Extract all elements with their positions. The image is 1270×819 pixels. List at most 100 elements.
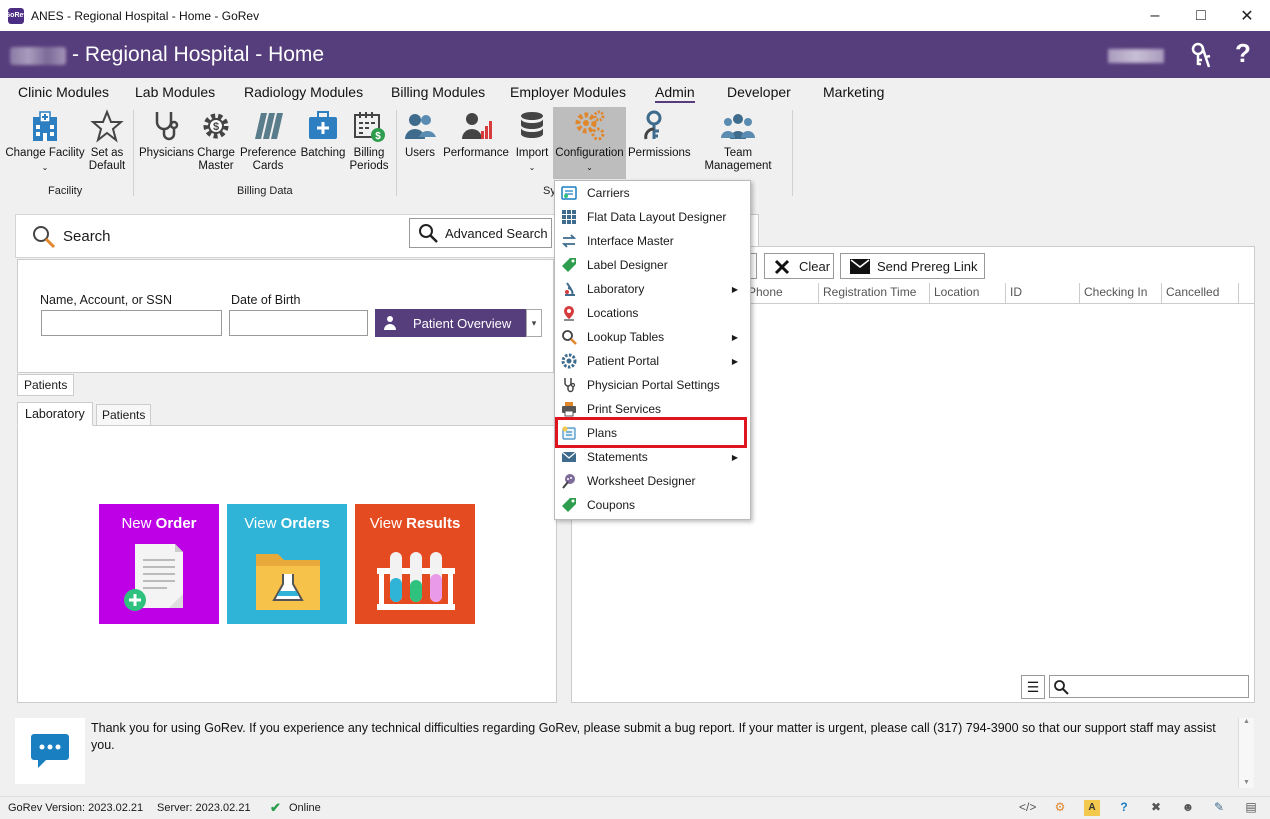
online-status: Online [289, 802, 321, 814]
help-icon[interactable]: ? [1235, 38, 1251, 69]
envelope-icon [850, 259, 870, 274]
star-icon [90, 109, 124, 143]
send-prereg-link-button[interactable]: Send Prereg Link [840, 253, 985, 279]
menu-item-locations[interactable]: Locations [555, 301, 750, 325]
submenu-arrow-icon: ▶ [731, 332, 738, 342]
menu-item-worksheet-designer[interactable]: Worksheet Designer [555, 469, 750, 493]
test-tubes-icon [377, 552, 455, 610]
column-header-location[interactable]: Location [930, 283, 1006, 303]
performance-label: Performance [443, 147, 509, 159]
submenu-arrow-icon: ▶ [731, 284, 738, 294]
minimize-button[interactable]: – [1132, 0, 1178, 31]
gears-icon[interactable]: ⚙ [1052, 800, 1068, 816]
tab-laboratory[interactable]: Laboratory [17, 402, 93, 426]
help-icon[interactable]: ? [1116, 800, 1132, 816]
patient-overview-dropdown[interactable]: ▾ [526, 309, 542, 337]
physicians-button[interactable]: Physicians [139, 109, 194, 160]
chevron-down-icon: ⌄ [41, 163, 49, 172]
new-order-bold: Order [155, 515, 197, 532]
view-results-pre: View [369, 515, 407, 532]
patient-overview-button[interactable]: Patient Overview [375, 309, 526, 337]
stethoscope-icon [155, 112, 179, 141]
performance-button[interactable]: Performance [443, 109, 509, 160]
tab-billing-modules[interactable]: Billing Modules [391, 84, 485, 100]
worksheet-icon[interactable]: ✎ [1211, 800, 1227, 816]
tab-patients[interactable]: Patients [96, 404, 152, 426]
tab-patients-top[interactable]: Patients [17, 374, 75, 396]
column-header-registration-time[interactable]: Registration Time [819, 283, 930, 303]
status-bar: GoRev Version: 2023.02.21 Server: 2023.0… [0, 796, 1270, 819]
team-management-button[interactable]: Team Management [690, 109, 786, 173]
scroll-down-icon[interactable]: ▼ [1239, 779, 1254, 786]
tools-icon[interactable]: ✖ [1148, 800, 1164, 816]
tab-marketing[interactable]: Marketing [823, 84, 884, 100]
preference-cards-label: Preference Cards [240, 147, 297, 172]
column-header-checking-in[interactable]: Checking In [1080, 283, 1162, 303]
redacted-user-name[interactable] [1108, 49, 1164, 63]
grid-menu-button[interactable]: ☰ [1021, 675, 1045, 699]
tab-developer[interactable]: Developer [727, 84, 791, 100]
folder-flask-icon [256, 554, 320, 610]
permissions-button[interactable]: Permissions [628, 109, 691, 160]
change-facility-button[interactable]: Change Facility ⌄ [4, 109, 86, 174]
clear-button[interactable]: Clear [764, 253, 834, 279]
permissions-label: Permissions [628, 147, 691, 159]
set-as-default-button[interactable]: Set as Default [87, 109, 127, 173]
clipboard-icon[interactable]: ▤ [1243, 800, 1259, 816]
a-badge-icon[interactable]: A [1084, 800, 1100, 816]
menu-item-patient-portal[interactable]: Patient Portal ▶ [555, 349, 750, 373]
new-order-tile[interactable]: New Order [99, 504, 219, 624]
date-of-birth-input[interactable] [229, 310, 368, 336]
preference-cards-button[interactable]: Preference Cards [240, 109, 296, 173]
charge-master-button[interactable]: $ Charge Master [195, 109, 237, 173]
search-label: Search [63, 228, 111, 245]
users-label: Users [404, 147, 436, 159]
name-account-ssn-input[interactable] [41, 310, 222, 336]
menu-item-flat-data-layout-designer[interactable]: Flat Data Layout Designer [555, 205, 750, 229]
tab-lab-modules[interactable]: Lab Modules [135, 84, 215, 100]
permissions-icon [644, 110, 662, 140]
column-header-cancelled[interactable]: Cancelled [1162, 283, 1239, 303]
menu-item-interface-master[interactable]: Interface Master [555, 229, 750, 253]
tab-admin[interactable]: Admin [655, 84, 695, 103]
team-icon [721, 114, 755, 139]
menu-item-physician-portal-settings[interactable]: Physician Portal Settings [555, 373, 750, 397]
menu-item-label-designer[interactable]: Label Designer [555, 253, 750, 277]
tab-radiology-modules[interactable]: Radiology Modules [244, 84, 363, 100]
date-of-birth-label: Date of Birth [231, 293, 301, 307]
menu-item-lookup-tables[interactable]: Lookup Tables ▶ [555, 325, 750, 349]
column-header-phone[interactable]: Phone [744, 283, 819, 303]
users-button[interactable]: Users [401, 109, 439, 160]
view-orders-tile[interactable]: View Orders [227, 504, 347, 624]
message-scrollbar[interactable]: ▲ ▼ [1238, 718, 1254, 788]
advanced-search-button[interactable]: Advanced Search [409, 218, 552, 248]
billing-periods-button[interactable]: $ Billing Periods [349, 109, 389, 173]
medical-kit-icon [309, 111, 337, 139]
code-icon[interactable]: </> [1019, 800, 1036, 816]
gears-icon [575, 110, 604, 141]
menu-item-label: Patient Portal [587, 354, 660, 368]
column-header-id[interactable]: ID [1006, 283, 1080, 303]
configuration-button[interactable]: Configuration ⌄ [553, 107, 626, 179]
envelope-icon [561, 451, 577, 462]
portal-gear-icon [561, 353, 577, 369]
tab-employer-modules[interactable]: Employer Modules [510, 84, 626, 100]
menu-item-statements[interactable]: Statements ▶ [555, 445, 750, 469]
scroll-up-icon[interactable]: ▲ [1239, 718, 1254, 725]
support-agent-icon[interactable]: ☻ [1180, 800, 1196, 816]
menu-item-carriers[interactable]: Carriers [555, 181, 750, 205]
menu-item-label: Locations [587, 306, 639, 320]
menu-item-label: Laboratory [587, 282, 645, 296]
user-keys-icon[interactable] [1187, 41, 1215, 69]
search-icon [1054, 680, 1069, 695]
tab-clinic-modules[interactable]: Clinic Modules [18, 84, 109, 100]
menu-item-coupons[interactable]: Coupons [555, 493, 750, 517]
view-results-tile[interactable]: View Results [355, 504, 475, 624]
maximize-button[interactable]: □ [1178, 0, 1224, 31]
close-button[interactable]: ✕ [1224, 0, 1270, 31]
batching-button[interactable]: Batching [299, 109, 347, 160]
server-text: Server: 2023.02.21 [157, 802, 251, 814]
import-button[interactable]: Import ⌄ [512, 109, 552, 174]
grid-search-input[interactable] [1049, 675, 1249, 698]
menu-item-laboratory[interactable]: Laboratory ▶ [555, 277, 750, 301]
